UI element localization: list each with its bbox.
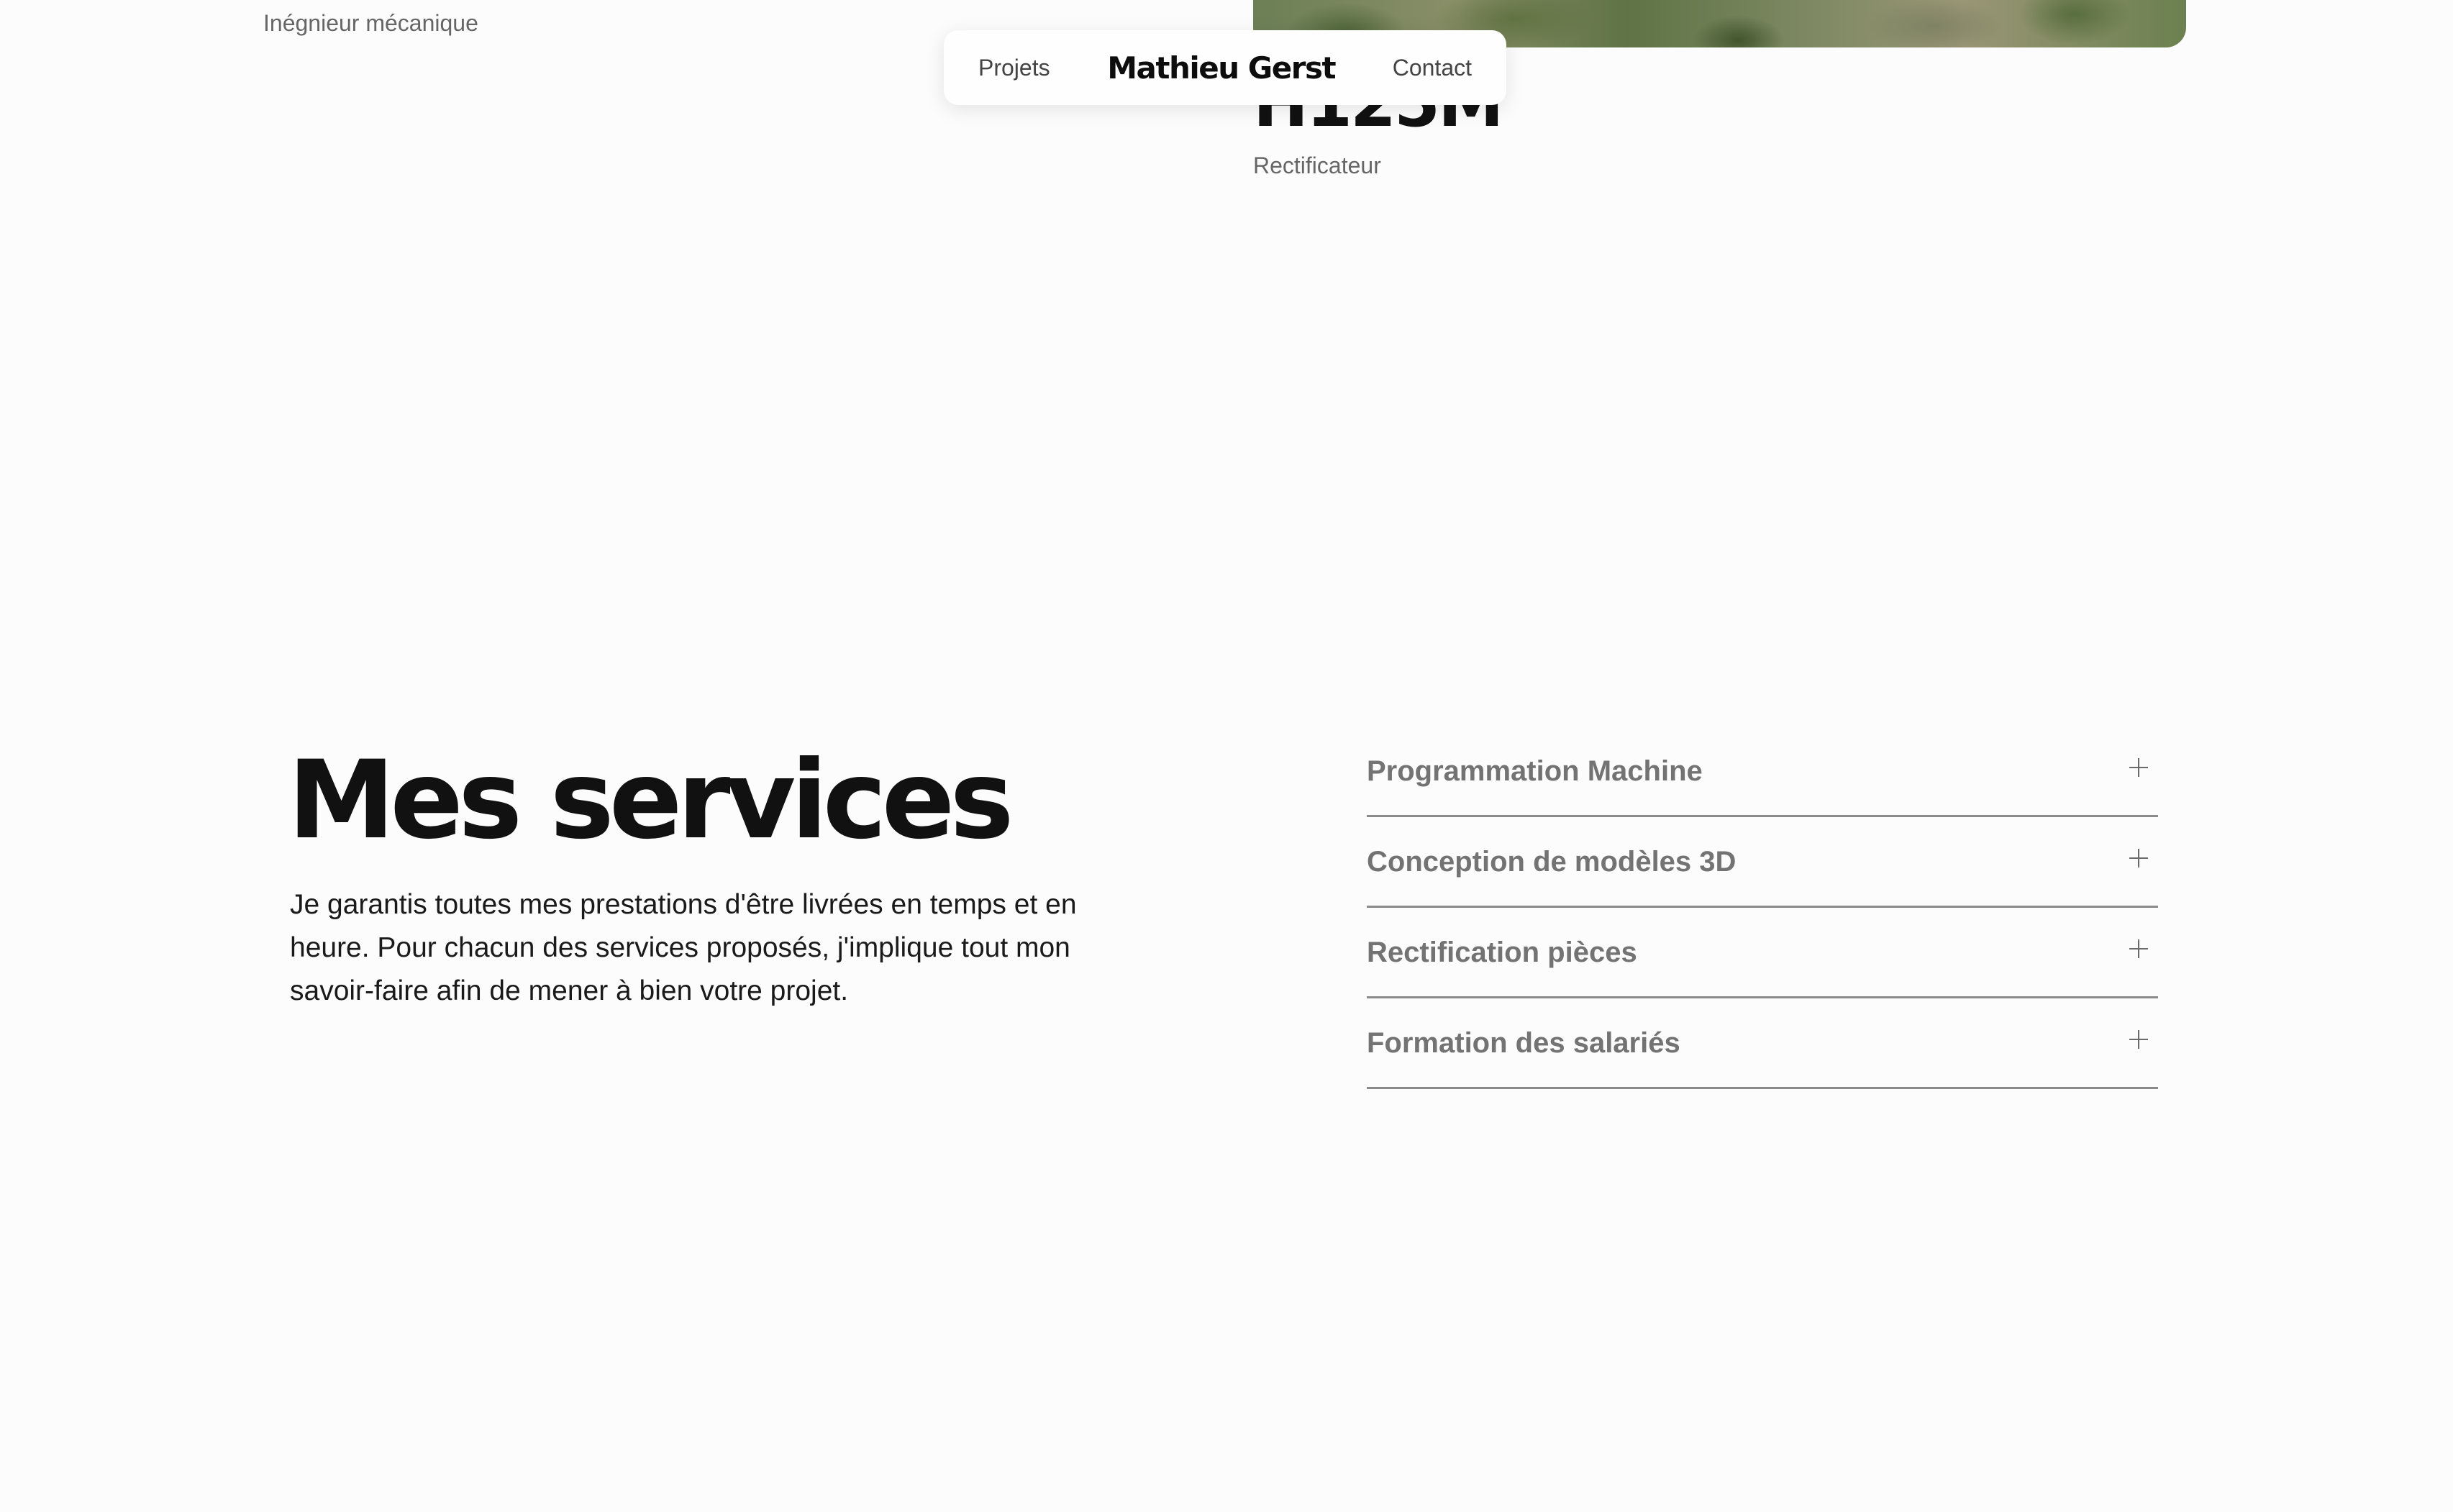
project-caption-left: Inégnieur mécanique xyxy=(263,10,478,36)
service-item-rectification[interactable]: Rectification pièces xyxy=(1367,908,2158,998)
service-label: Programmation Machine xyxy=(1367,755,1703,787)
plus-icon[interactable] xyxy=(2129,939,2148,958)
service-label: Formation des salariés xyxy=(1367,1027,1680,1059)
site-brand[interactable]: Mathieu Gerst xyxy=(1107,50,1336,86)
nav-link-contact[interactable]: Contact xyxy=(1393,55,1472,81)
plus-icon[interactable] xyxy=(2129,849,2148,867)
service-label: Rectification pièces xyxy=(1367,937,1637,968)
services-description: Je garantis toutes mes prestations d'êtr… xyxy=(290,889,1077,1006)
service-item-3d-design[interactable]: Conception de modèles 3D xyxy=(1367,817,2158,908)
plus-icon[interactable] xyxy=(2129,758,2148,777)
service-item-programming[interactable]: Programmation Machine xyxy=(1367,727,2158,817)
service-label: Conception de modèles 3D xyxy=(1367,846,1737,878)
main-navbar: Projets Mathieu Gerst Contact xyxy=(944,30,1506,105)
plus-icon[interactable] xyxy=(2129,1030,2148,1049)
project-subtitle: Rectificateur xyxy=(1253,152,1381,178)
services-title: Mes services xyxy=(288,738,1014,863)
nav-link-projects[interactable]: Projets xyxy=(978,55,1050,81)
service-item-training[interactable]: Formation des salariés xyxy=(1367,998,2158,1089)
services-accordion: Programmation Machine Conception de modè… xyxy=(1367,727,2158,1089)
